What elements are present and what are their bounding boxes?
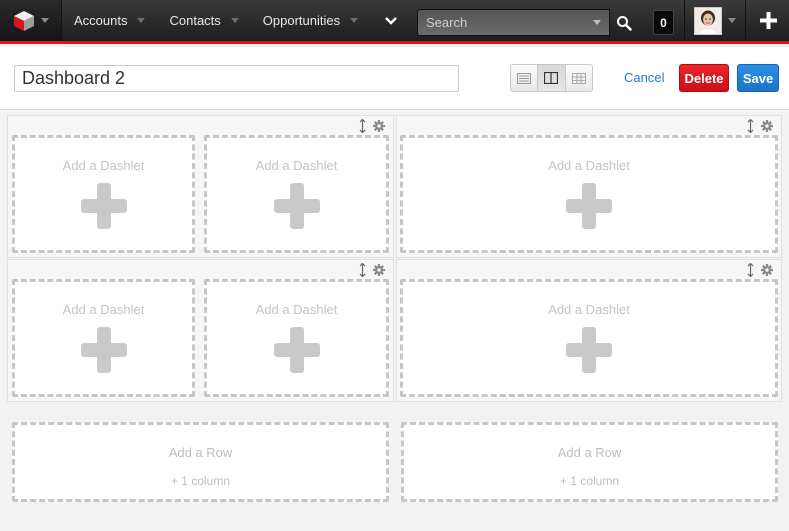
cancel-button[interactable]: Cancel	[624, 70, 664, 85]
panel-tools	[747, 263, 773, 277]
plus-icon	[273, 183, 320, 229]
add-row-placeholder[interactable]: Add a Row + 1 column	[12, 422, 389, 502]
user-avatar-icon	[695, 7, 721, 34]
resize-vertical-icon[interactable]	[747, 263, 754, 277]
search-input[interactable]: Search	[417, 9, 610, 36]
panel-tools	[359, 119, 385, 133]
more-modules-button[interactable]	[370, 0, 412, 41]
layout-toggle-group	[510, 64, 593, 92]
plus-icon	[80, 327, 127, 373]
chevron-down-icon[interactable]	[350, 18, 359, 23]
chevron-down-icon	[40, 18, 49, 23]
search-placeholder: Search	[426, 15, 468, 30]
add-dashlet-label: Add a Dashlet	[548, 302, 630, 317]
add-row-label: Add a Row	[557, 445, 622, 460]
plus-icon	[760, 12, 777, 29]
chevron-down-icon[interactable]	[593, 20, 601, 25]
save-button[interactable]: Save	[737, 64, 779, 92]
nav-item-label: Opportunities	[262, 13, 341, 28]
add-row-label: Add a Row	[168, 445, 233, 460]
logo-menu-button[interactable]	[0, 0, 62, 41]
nav-item-accounts[interactable]: Accounts	[62, 0, 157, 41]
global-search: Search	[417, 9, 637, 36]
add-dashlet-placeholder[interactable]: Add a Dashlet	[400, 279, 778, 397]
nav-item-contacts[interactable]: Contacts	[157, 0, 250, 41]
add-row-column-count: + 1 column	[170, 474, 231, 488]
search-icon	[616, 15, 632, 31]
nav-item-label: Accounts	[74, 13, 128, 28]
plus-icon	[566, 327, 612, 373]
plus-icon	[566, 183, 612, 229]
add-dashlet-label: Add a Dashlet	[255, 302, 338, 317]
add-dashlet-placeholder[interactable]: Add a Dashlet	[12, 135, 195, 253]
dashboard-header: Dashboard 2 Cancel Delete Save	[0, 47, 789, 110]
list-layout-icon	[517, 72, 532, 84]
chevron-down-icon	[385, 16, 398, 25]
cube-logo-icon	[13, 10, 34, 31]
plus-icon	[273, 327, 320, 373]
panel-tools	[359, 263, 385, 277]
plus-icon	[80, 183, 127, 229]
chevron-down-icon[interactable]	[230, 18, 239, 23]
gear-icon[interactable]	[761, 120, 773, 132]
add-row-placeholder[interactable]: Add a Row + 1 column	[401, 422, 778, 502]
nav-item-opportunities[interactable]: Opportunities	[251, 0, 370, 41]
add-dashlet-label: Add a Dashlet	[255, 158, 338, 173]
resize-vertical-icon[interactable]	[747, 119, 754, 133]
grid-layout-icon	[571, 72, 586, 84]
gear-icon[interactable]	[761, 264, 773, 276]
resize-vertical-icon[interactable]	[359, 263, 366, 277]
columns-layout-button[interactable]	[538, 65, 566, 91]
add-dashlet-placeholder[interactable]: Add a Dashlet	[400, 135, 778, 253]
chevron-down-icon[interactable]	[137, 18, 146, 23]
add-dashlet-placeholder[interactable]: Add a Dashlet	[204, 279, 389, 397]
columns-layout-icon	[544, 72, 559, 84]
add-dashlet-placeholder[interactable]: Add a Dashlet	[12, 279, 195, 397]
add-dashlet-placeholder[interactable]: Add a Dashlet	[204, 135, 389, 253]
dashboard-title-input[interactable]: Dashboard 2	[14, 65, 459, 92]
gear-icon[interactable]	[373, 120, 385, 132]
quick-create-button[interactable]	[748, 0, 789, 41]
search-button[interactable]	[610, 9, 637, 36]
avatar	[694, 6, 722, 35]
add-dashlet-label: Add a Dashlet	[62, 158, 145, 173]
resize-vertical-icon[interactable]	[359, 119, 366, 133]
grid-layout-button[interactable]	[566, 65, 592, 91]
user-menu-button[interactable]	[684, 0, 746, 41]
gear-icon[interactable]	[373, 264, 385, 276]
add-row-column-count: + 1 column	[559, 474, 620, 488]
add-dashlet-label: Add a Dashlet	[62, 302, 145, 317]
delete-button[interactable]: Delete	[679, 64, 729, 92]
add-dashlet-label: Add a Dashlet	[548, 158, 630, 173]
notifications-badge[interactable]: 0	[653, 10, 674, 35]
nav-item-label: Contacts	[169, 13, 221, 28]
chevron-down-icon	[728, 18, 736, 23]
panel-tools	[747, 119, 773, 133]
list-layout-button[interactable]	[511, 65, 539, 91]
